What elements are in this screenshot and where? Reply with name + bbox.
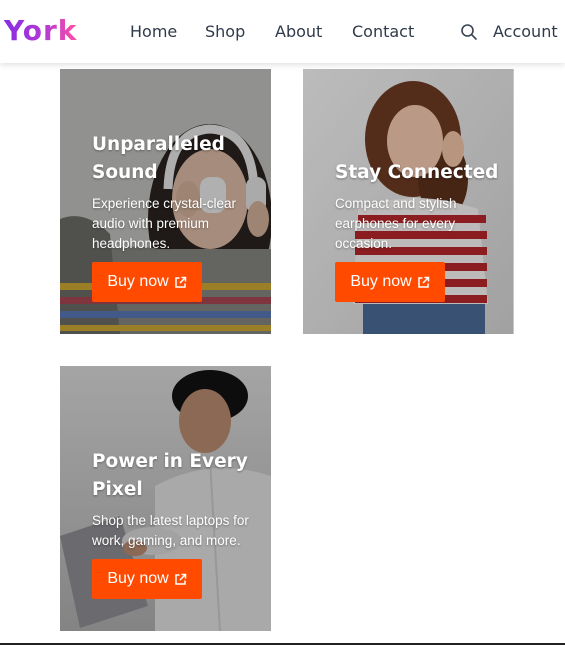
nav-about[interactable]: About <box>275 22 322 41</box>
promo-card-laptops: Power in Every Pixel Shop the latest lap… <box>60 366 271 631</box>
button-label: Buy now <box>107 273 169 290</box>
card-title: Stay Connected <box>335 162 499 183</box>
nav-shop[interactable]: Shop <box>205 22 245 41</box>
card-description: Compact and stylish earphones for every … <box>335 196 457 251</box>
buy-now-button[interactable]: Buy now <box>92 262 202 302</box>
buy-now-button[interactable]: Buy now <box>92 559 202 599</box>
button-label: Buy now <box>107 570 169 587</box>
promo-card-earphones: Stay Connected Compact and stylish earph… <box>303 69 514 334</box>
external-link-icon <box>417 276 429 288</box>
brand-logo[interactable]: York <box>4 14 77 47</box>
card-description: Shop the latest laptops for work, gaming… <box>92 513 249 548</box>
buy-now-button[interactable]: Buy now <box>335 262 445 302</box>
card-description: Experience crystal-clear audio with prem… <box>92 196 237 251</box>
card-title: Power in Every Pixel <box>92 451 248 500</box>
external-link-icon <box>174 573 186 585</box>
nav-contact[interactable]: Contact <box>352 22 414 41</box>
card-title: Unparalleled Sound <box>92 134 225 183</box>
promo-card-headphones: Unparalleled Sound Experience crystal-cl… <box>60 69 271 334</box>
nav-home[interactable]: Home <box>130 22 177 41</box>
nav-account[interactable]: Account <box>493 22 558 41</box>
button-label: Buy now <box>350 273 412 290</box>
navbar: York Home Shop About Contact Account <box>0 0 565 63</box>
external-link-icon <box>174 276 186 288</box>
search-icon[interactable] <box>460 23 478 41</box>
